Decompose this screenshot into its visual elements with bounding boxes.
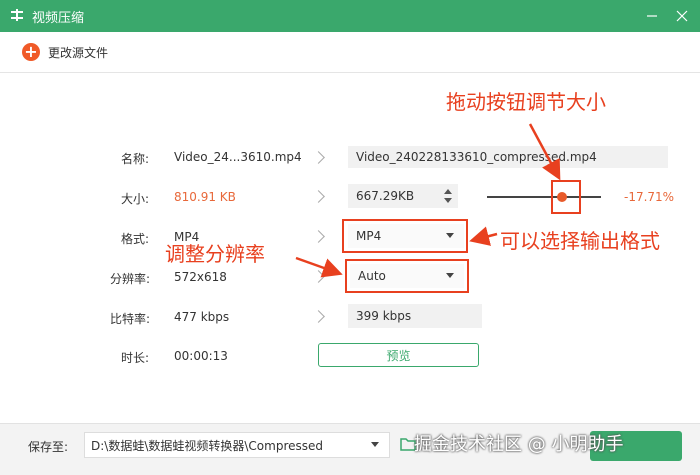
- duration-value: 00:00:13: [174, 349, 228, 363]
- chevron-right-icon: [312, 270, 325, 283]
- target-bitrate-input[interactable]: 399 kbps: [348, 304, 482, 328]
- annotation-format: 可以选择输出格式: [500, 229, 660, 253]
- preview-button[interactable]: 预览: [318, 343, 479, 367]
- slider-track: [487, 196, 601, 198]
- name-value: Video_24...3610.mp4: [174, 150, 302, 164]
- annotation-drag: 拖动按钮调节大小: [446, 90, 606, 114]
- window-title: 视频压缩: [32, 11, 85, 26]
- size-slider[interactable]: [487, 189, 601, 205]
- resolution-highlight-box: [345, 259, 469, 293]
- stepper-arrows-icon[interactable]: [444, 188, 452, 204]
- minimize-button[interactable]: [640, 4, 664, 28]
- size-value: 810.91 KB: [174, 190, 236, 204]
- chevron-right-icon: [312, 190, 325, 203]
- target-size-stepper[interactable]: 667.29KB: [348, 184, 458, 208]
- arrow-format: [469, 226, 498, 246]
- close-icon: [676, 10, 688, 22]
- bitrate-label: 比特率:: [110, 312, 151, 326]
- app-logo-icon: [11, 9, 23, 21]
- annotation-resolution: 调整分辨率: [165, 242, 265, 266]
- output-name-value: Video_240228133610_compressed.mp4: [356, 150, 597, 164]
- toolbar: + 更改源文件: [0, 32, 700, 73]
- chevron-right-icon: [312, 151, 325, 164]
- output-name-input[interactable]: Video_240228133610_compressed.mp4: [348, 146, 668, 168]
- close-button[interactable]: [670, 4, 694, 28]
- change-source-button[interactable]: + 更改源文件: [22, 43, 108, 61]
- save-path-value: D:\数据蛙\数据蛙视频转换器\Compressed: [91, 438, 323, 453]
- minimize-icon: [647, 15, 657, 17]
- target-size-value: 667.29KB: [356, 189, 415, 203]
- chevron-right-icon: [312, 230, 325, 243]
- name-label: 名称:: [121, 152, 150, 166]
- slider-highlight-box: [551, 180, 581, 214]
- resolution-value: 572x618: [174, 270, 227, 284]
- size-label: 大小:: [121, 192, 150, 206]
- resolution-label: 分辨率:: [110, 272, 151, 286]
- watermark: 掘金技术社区 @ 小明助手: [414, 434, 624, 455]
- bitrate-value: 477 kbps: [174, 310, 230, 324]
- format-highlight-box: [342, 219, 468, 253]
- dropdown-arrow-icon: [371, 442, 379, 447]
- target-bitrate-value: 399 kbps: [356, 309, 412, 323]
- save-to-label: 保存至:: [28, 440, 69, 454]
- preview-label: 预览: [386, 348, 411, 363]
- format-label: 格式:: [121, 232, 150, 246]
- change-source-label: 更改源文件: [48, 45, 109, 60]
- add-icon: +: [22, 43, 40, 61]
- size-percent: -17.71%: [624, 190, 675, 204]
- save-path-select[interactable]: D:\数据蛙\数据蛙视频转换器\Compressed: [84, 432, 390, 458]
- title-bar: 视频压缩: [0, 0, 700, 32]
- duration-label: 时长:: [121, 351, 150, 365]
- chevron-right-icon: [312, 310, 325, 323]
